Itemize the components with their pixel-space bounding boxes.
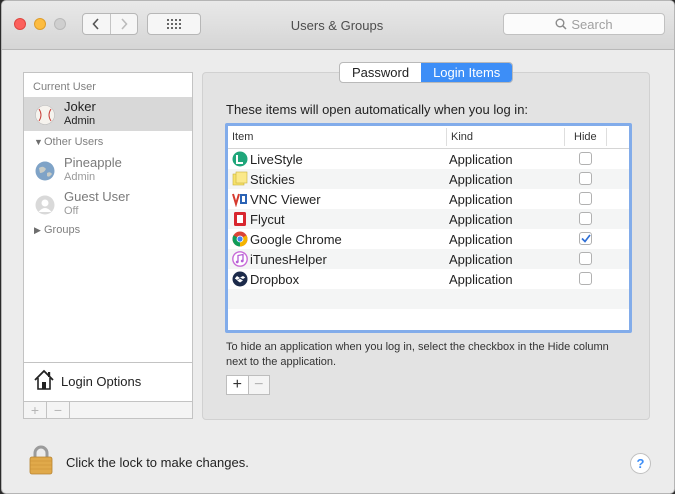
user-name: Pineapple bbox=[64, 155, 122, 170]
minimize-button[interactable] bbox=[34, 18, 46, 30]
house-icon bbox=[34, 369, 54, 390]
users-sidebar: Current User Joker Admin ▼Other Users Pi… bbox=[23, 72, 193, 419]
table-row[interactable]: Dropbox Application bbox=[228, 269, 629, 289]
preferences-window: Users & Groups Search Current User Joker… bbox=[1, 0, 675, 494]
close-button[interactable] bbox=[14, 18, 26, 30]
hide-instructions: To hide an application when you log in, … bbox=[226, 341, 609, 368]
lock-message: Click the lock to make changes. bbox=[66, 455, 249, 470]
column-divider bbox=[446, 128, 447, 146]
disclosure-right-icon: ▶ bbox=[34, 225, 41, 235]
column-divider bbox=[564, 128, 565, 146]
remove-login-item-button[interactable]: − bbox=[248, 376, 269, 394]
show-all-button[interactable] bbox=[147, 13, 201, 35]
column-header-hide[interactable]: Hide bbox=[574, 131, 597, 143]
item-kind: Application bbox=[449, 152, 513, 167]
add-user-button[interactable]: + bbox=[24, 402, 47, 418]
groups-group[interactable]: ▶ Groups bbox=[34, 224, 80, 236]
title-bar: Users & Groups Search bbox=[2, 1, 674, 50]
livestyle-icon bbox=[232, 151, 248, 167]
table-row[interactable]: Google Chrome Application bbox=[228, 229, 629, 249]
table-row[interactable]: Stickies Application bbox=[228, 169, 629, 189]
checkmark-icon bbox=[580, 234, 591, 243]
add-login-item-button[interactable]: + bbox=[227, 376, 249, 394]
item-kind: Application bbox=[449, 212, 513, 227]
groups-label: Groups bbox=[44, 224, 81, 236]
user-name: Guest User bbox=[64, 189, 130, 204]
login-items-add-remove: + − bbox=[226, 375, 270, 395]
chevron-left-icon bbox=[92, 18, 99, 30]
column-header-kind[interactable]: Kind bbox=[451, 131, 473, 143]
user-role: Admin bbox=[64, 171, 96, 183]
tab-bar: Password Login Items bbox=[339, 62, 514, 83]
item-name: LiveStyle bbox=[250, 152, 303, 167]
login-options-item[interactable]: Login Options bbox=[24, 362, 192, 403]
item-kind: Application bbox=[449, 192, 513, 207]
login-options-label: Login Options bbox=[61, 374, 142, 389]
remove-user-button[interactable]: − bbox=[47, 402, 70, 418]
globe-avatar-icon bbox=[35, 161, 55, 181]
search-placeholder: Search bbox=[571, 16, 613, 32]
table-row[interactable]: VNC Viewer Application bbox=[228, 189, 629, 209]
hide-checkbox[interactable] bbox=[579, 172, 592, 185]
stickies-icon bbox=[232, 171, 248, 186]
item-kind: Application bbox=[449, 232, 513, 247]
sidebar-add-remove: + − bbox=[23, 401, 193, 419]
grid-icon bbox=[167, 19, 181, 29]
hide-checkbox[interactable] bbox=[579, 212, 592, 225]
guest-avatar-icon bbox=[35, 195, 55, 215]
login-items-intro: These items will open automatically when… bbox=[226, 102, 529, 117]
user-role: Admin bbox=[64, 115, 96, 127]
table-row[interactable]: Flycut Application bbox=[228, 209, 629, 229]
user-item-guest[interactable]: Guest User Off bbox=[24, 187, 192, 221]
navigation-buttons bbox=[82, 13, 138, 35]
hide-checkbox[interactable] bbox=[579, 232, 592, 245]
item-name: Flycut bbox=[250, 212, 285, 227]
login-items-table[interactable]: Item Kind Hide LiveStyle Application Sti… bbox=[225, 123, 632, 333]
disclosure-down-icon: ▼ bbox=[34, 137, 43, 147]
itunes-icon bbox=[232, 251, 248, 267]
lock-icon[interactable] bbox=[29, 445, 53, 475]
tab-login-items[interactable]: Login Items bbox=[421, 63, 513, 82]
dropbox-icon bbox=[232, 271, 248, 287]
item-kind: Application bbox=[449, 172, 513, 187]
flycut-icon bbox=[234, 212, 246, 226]
item-name: Google Chrome bbox=[250, 232, 342, 247]
user-item-pineapple[interactable]: Pineapple Admin bbox=[24, 153, 192, 187]
table-row-empty bbox=[228, 289, 629, 309]
forward-button[interactable] bbox=[111, 14, 138, 34]
table-header: Item Kind Hide bbox=[228, 126, 629, 149]
hide-checkbox[interactable] bbox=[579, 192, 592, 205]
item-name: VNC Viewer bbox=[250, 192, 321, 207]
chrome-icon bbox=[232, 231, 248, 247]
hide-checkbox[interactable] bbox=[579, 272, 592, 285]
user-item-joker[interactable]: Joker Admin bbox=[24, 97, 192, 131]
table-row[interactable]: iTunesHelper Application bbox=[228, 249, 629, 269]
help-button[interactable]: ? bbox=[630, 453, 651, 474]
table-row[interactable]: LiveStyle Application bbox=[228, 149, 629, 169]
item-name: Stickies bbox=[250, 172, 295, 187]
zoom-button[interactable] bbox=[54, 18, 66, 30]
column-divider bbox=[606, 128, 607, 146]
back-button[interactable] bbox=[83, 14, 111, 34]
current-user-header: Current User bbox=[33, 81, 96, 93]
hide-checkbox[interactable] bbox=[579, 252, 592, 265]
item-kind: Application bbox=[449, 272, 513, 287]
hide-checkbox[interactable] bbox=[579, 152, 592, 165]
user-name: Joker bbox=[64, 99, 96, 114]
item-name: iTunesHelper bbox=[250, 252, 327, 267]
tab-password[interactable]: Password bbox=[340, 63, 421, 82]
column-header-item[interactable]: Item bbox=[232, 131, 253, 143]
item-name: Dropbox bbox=[250, 272, 300, 287]
item-kind: Application bbox=[449, 252, 513, 267]
search-icon bbox=[555, 18, 567, 30]
other-users-label: Other Users bbox=[44, 136, 104, 148]
window-title: Users & Groups bbox=[290, 18, 384, 33]
vnc-viewer-icon bbox=[232, 193, 247, 207]
chevron-right-icon bbox=[121, 18, 128, 30]
search-field[interactable]: Search bbox=[503, 13, 665, 35]
baseball-avatar-icon bbox=[35, 105, 55, 125]
user-role: Off bbox=[64, 205, 79, 217]
other-users-group[interactable]: ▼Other Users bbox=[34, 136, 103, 148]
